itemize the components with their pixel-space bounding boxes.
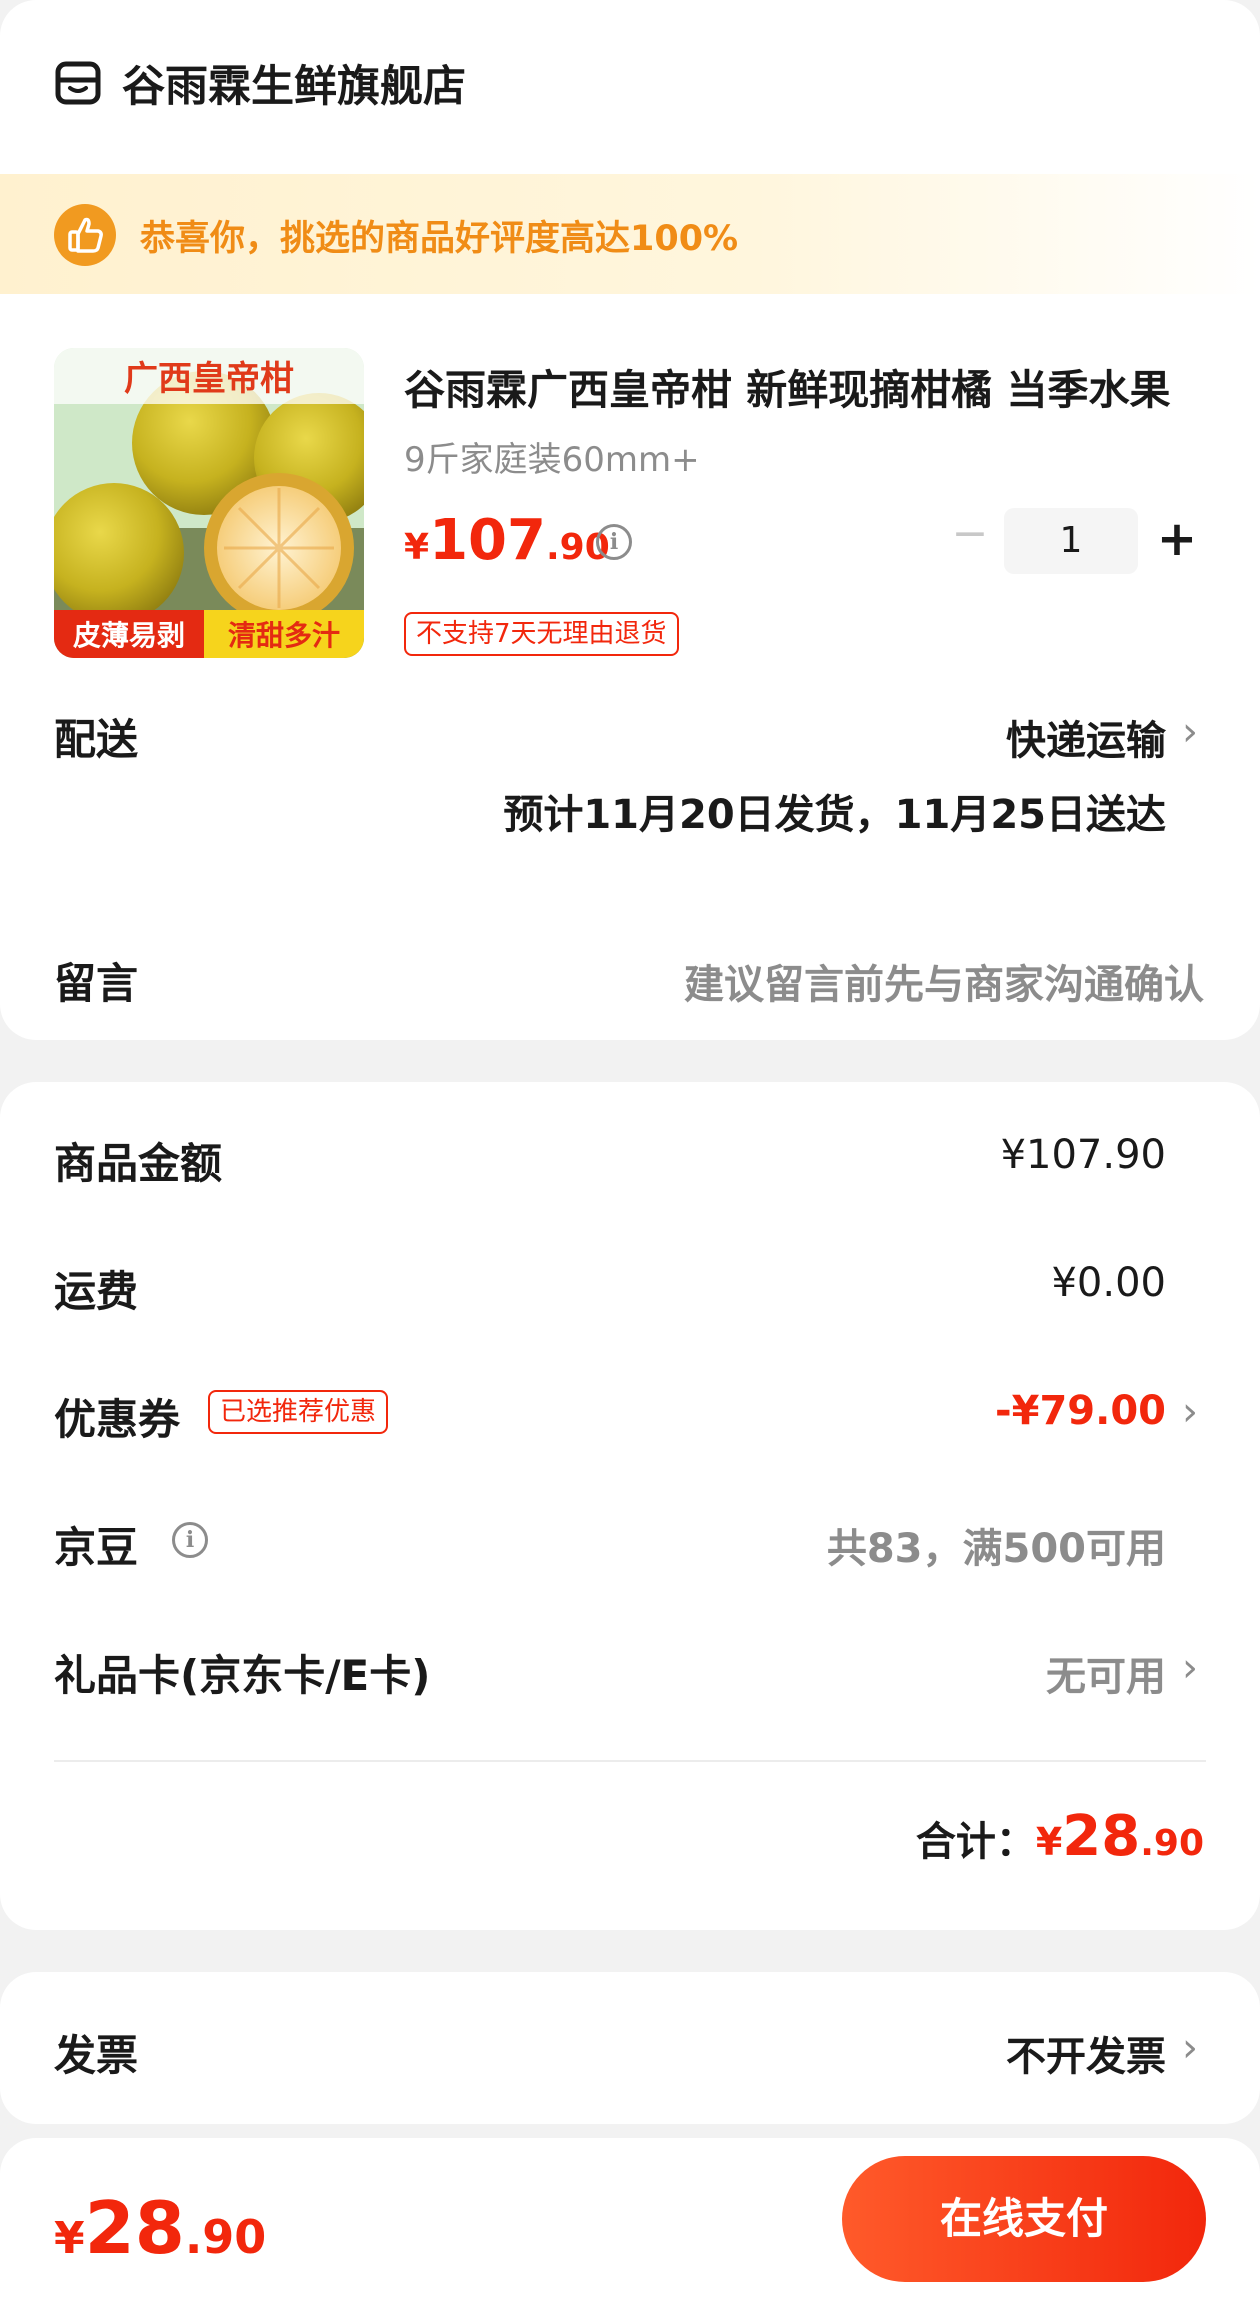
quantity-decrease-button[interactable]: − — [950, 512, 990, 556]
store-icon — [55, 61, 101, 105]
coupon-tag: 已选推荐优惠 — [208, 1390, 389, 1434]
no-return-tag: 不支持7天无理由退货 — [404, 612, 679, 656]
invoice-label: 发票 — [54, 2031, 139, 2080]
coupon-chevron-right-icon[interactable]: › — [1182, 1392, 1204, 1432]
giftcard-label: 礼品卡(京东卡/E卡) — [54, 1651, 431, 1700]
delivery-label: 配送 — [54, 715, 139, 764]
product-image-title: 广西皇帝柑 — [124, 359, 294, 399]
total-label: 合计： — [915, 1819, 1036, 1865]
total-int: 28 — [1062, 1804, 1141, 1869]
message-input[interactable]: 建议留言前先与商家沟通确认 — [684, 952, 1204, 1010]
delivery-estimate: 预计11月20日发货，11月25日送达 — [503, 792, 1166, 838]
jingdou-label: 京豆 — [54, 1523, 139, 1572]
order-store-card: 谷雨霖生鲜旗舰店 恭喜你，挑选的商品好评度高达100% 广西皇帝柑 皮薄易剥 清… — [0, 0, 1260, 1040]
praise-banner: 恭喜你，挑选的商品好评度高达100% — [0, 174, 1260, 294]
thumbs-up-icon — [54, 204, 116, 266]
product-price-currency: ¥ — [404, 527, 430, 568]
total-row: 合计：¥28.90 — [916, 1804, 1204, 1869]
message-label: 留言 — [54, 959, 139, 1008]
price-info-icon[interactable]: i — [596, 524, 632, 560]
giftcard-value[interactable]: 无可用 — [1046, 1644, 1166, 1702]
footer-price-currency: ¥ — [54, 2213, 85, 2264]
giftcard-chevron-right-icon[interactable]: › — [1182, 1648, 1204, 1688]
product-image[interactable]: 广西皇帝柑 皮薄易剥 清甜多汁 — [54, 348, 364, 658]
coupon-label: 优惠券 — [54, 1395, 181, 1444]
product-spec[interactable]: 9斤家庭装60mm+ — [404, 432, 700, 481]
price-summary-card: 商品金额 ¥107.90 运费 ¥0.00 优惠券 已选推荐优惠 -¥79.00… — [0, 1082, 1260, 1930]
delivery-method[interactable]: 快递运输 — [1006, 708, 1166, 766]
invoice-card[interactable]: 发票 不开发票 › — [0, 1972, 1260, 2124]
coupon-value[interactable]: -¥79.00 — [995, 1388, 1166, 1434]
product-title[interactable]: 谷雨霖广西皇帝柑 新鲜现摘柑橘 当季水果 — [404, 356, 1184, 416]
goods-amount-value: ¥107.90 — [1000, 1132, 1166, 1178]
product-price: ¥107.90 — [404, 508, 610, 573]
invoice-value[interactable]: 不开发票 — [1006, 2024, 1166, 2082]
footer-price-dec: .90 — [184, 2210, 267, 2264]
store-name[interactable]: 谷雨霖生鲜旗舰店 — [122, 52, 466, 114]
checkout-footer: ¥28.90 在线支付 — [0, 2138, 1260, 2302]
shipping-value: ¥0.00 — [1051, 1260, 1166, 1306]
summary-divider — [54, 1760, 1206, 1762]
goods-amount-label: 商品金额 — [54, 1139, 223, 1188]
pay-online-button[interactable]: 在线支付 — [842, 2156, 1206, 2282]
product-price-int: 107 — [429, 508, 546, 573]
footer-price-int: 28 — [84, 2186, 185, 2270]
product-image-tag-left: 皮薄易剥 — [73, 619, 185, 652]
total-currency: ¥ — [1035, 1820, 1063, 1864]
shipping-label: 运费 — [54, 1267, 139, 1316]
delivery-chevron-right-icon[interactable]: › — [1182, 712, 1204, 752]
invoice-chevron-right-icon[interactable]: › — [1182, 2028, 1204, 2068]
jingdou-info-icon[interactable]: i — [172, 1522, 208, 1558]
quantity-input[interactable]: 1 — [1004, 508, 1138, 574]
quantity-increase-button[interactable]: + — [1152, 512, 1202, 568]
jingdou-value: 共83，满500可用 — [826, 1526, 1166, 1572]
praise-banner-text: 恭喜你，挑选的商品好评度高达100% — [140, 219, 739, 259]
footer-price: ¥28.90 — [54, 2186, 266, 2270]
product-image-tag-right: 清甜多汁 — [228, 619, 340, 652]
total-dec: .90 — [1140, 1823, 1204, 1864]
